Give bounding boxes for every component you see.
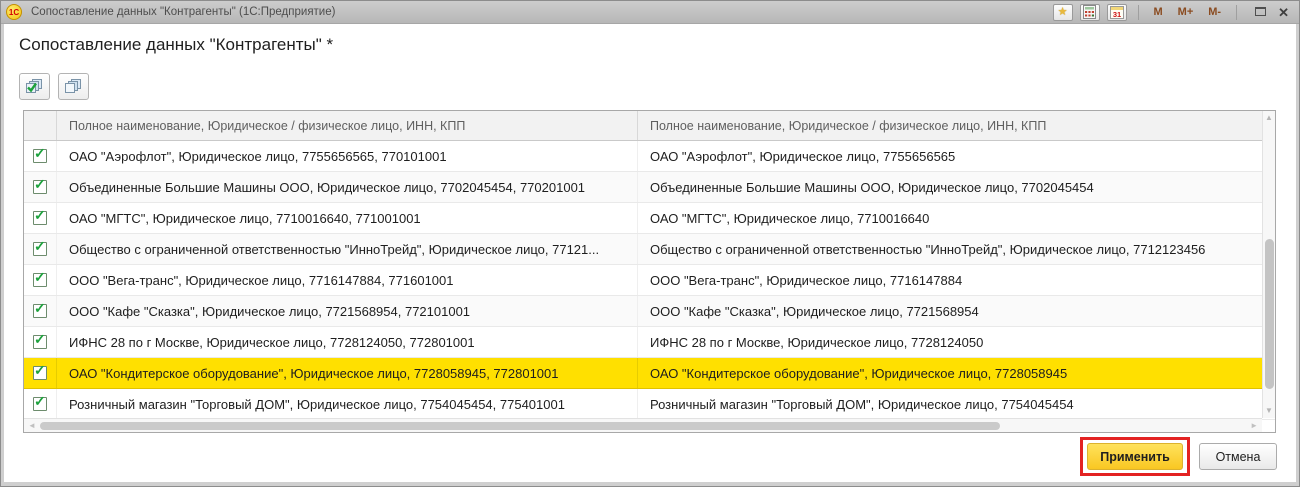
calendar-icon[interactable]: 31 [1107,4,1127,21]
titlebar-separator [1236,5,1237,20]
toolbar [19,73,89,100]
page-title: Сопоставление данных "Контрагенты" * [19,35,333,55]
row-checkbox-cell: ✓ [24,141,57,171]
apply-highlight-annotation: Применить [1080,437,1190,476]
favorites-star-icon[interactable]: ★ [1053,4,1073,21]
row-source-text[interactable]: ОАО "МГТС", Юридическое лицо, 7710016640… [57,203,638,233]
checkmark-icon: ✓ [34,394,46,408]
row-source-text[interactable]: Объединенные Большие Машины ООО, Юридиче… [57,172,638,202]
window-title: Сопоставление данных "Контрагенты" (1С:П… [31,6,1053,18]
checkmark-icon: ✓ [34,270,46,284]
row-target-text[interactable]: ОАО "Кондитерское оборудование", Юридиче… [638,358,1275,388]
row-checkbox[interactable]: ✓ [33,273,47,287]
checkmark-icon: ✓ [34,332,46,346]
row-target-text[interactable]: Общество с ограниченной ответственностью… [638,234,1275,264]
table-row[interactable]: ✓ ООО "Кафе "Сказка", Юридическое лицо, … [24,296,1275,327]
row-source-text[interactable]: ОАО "Кондитерское оборудование", Юридиче… [57,358,638,388]
memory-m-button[interactable]: M [1150,6,1167,18]
table-row[interactable]: ✓ Объединенные Большие Машины ООО, Юриди… [24,172,1275,203]
calculator-icon[interactable] [1080,4,1100,21]
app-window: 1С Сопоставление данных "Контрагенты" (1… [0,0,1300,487]
row-checkbox[interactable]: ✓ [33,397,47,411]
table-row[interactable]: ✓ ООО "Вега-транс", Юридическое лицо, 77… [24,265,1275,296]
dialog-body: Сопоставление данных "Контрагенты" * [1,24,1299,486]
horizontal-scrollbar[interactable]: ◄ ► [24,418,1262,432]
row-target-text[interactable]: Розничный магазин "Торговый ДОМ", Юридич… [638,389,1275,419]
row-checkbox-cell: ✓ [24,203,57,233]
uncheck-all-icon [64,78,83,95]
row-source-text[interactable]: ООО "Кафе "Сказка", Юридическое лицо, 77… [57,296,638,326]
row-checkbox-cell: ✓ [24,265,57,295]
row-source-text[interactable]: ИФНС 28 по г Москве, Юридическое лицо, 7… [57,327,638,357]
titlebar-separator [1138,5,1139,20]
row-checkbox[interactable]: ✓ [33,366,47,380]
table-row[interactable]: ✓ Общество с ограниченной ответственност… [24,234,1275,265]
table-row[interactable]: ✓ ОАО "Кондитерское оборудование", Юриди… [24,358,1275,389]
titlebar: 1С Сопоставление данных "Контрагенты" (1… [1,1,1299,24]
header-checkbox-column[interactable] [24,111,57,140]
footer-buttons: Применить Отмена [1080,437,1277,476]
check-all-icon [25,78,44,95]
row-checkbox[interactable]: ✓ [33,149,47,163]
vertical-scroll-thumb[interactable] [1265,239,1274,389]
row-target-text[interactable]: ООО "Кафе "Сказка", Юридическое лицо, 77… [638,296,1275,326]
row-checkbox-cell: ✓ [24,296,57,326]
row-source-text[interactable]: ООО "Вега-транс", Юридическое лицо, 7716… [57,265,638,295]
row-checkbox-cell: ✓ [24,327,57,357]
maximize-icon[interactable] [1255,3,1266,21]
svg-text:31: 31 [1112,10,1120,19]
mapping-table: Полное наименование, Юридическое / физич… [23,110,1276,433]
1c-logo-icon: 1С [6,4,22,20]
check-all-button[interactable] [19,73,50,100]
table-row[interactable]: ✓ ИФНС 28 по г Москве, Юридическое лицо,… [24,327,1275,358]
row-target-text[interactable]: ООО "Вега-транс", Юридическое лицо, 7716… [638,265,1275,295]
row-checkbox[interactable]: ✓ [33,335,47,349]
cancel-button[interactable]: Отмена [1199,443,1277,470]
checkmark-icon: ✓ [34,301,46,315]
memory-m-minus-button[interactable]: M- [1204,6,1225,18]
checkmark-icon: ✓ [34,177,46,191]
row-source-text[interactable]: Розничный магазин "Торговый ДОМ", Юридич… [57,389,638,419]
header-source-column[interactable]: Полное наименование, Юридическое / физич… [57,111,638,140]
row-checkbox-cell: ✓ [24,389,57,419]
table-row[interactable]: ✓ ОАО "МГТС", Юридическое лицо, 77100166… [24,203,1275,234]
row-checkbox[interactable]: ✓ [33,242,47,256]
row-target-text[interactable]: ОАО "МГТС", Юридическое лицо, 7710016640 [638,203,1275,233]
row-checkbox-cell: ✓ [24,172,57,202]
row-target-text[interactable]: ОАО "Аэрофлот", Юридическое лицо, 775565… [638,141,1275,171]
row-checkbox[interactable]: ✓ [33,180,47,194]
checkmark-icon: ✓ [34,363,46,377]
row-checkbox-cell: ✓ [24,358,57,388]
scroll-left-icon[interactable]: ◄ [28,419,36,432]
scroll-down-icon[interactable]: ▼ [1263,406,1275,416]
vertical-scrollbar[interactable]: ▲ ▼ [1262,111,1275,418]
row-target-text[interactable]: Объединенные Большие Машины ООО, Юридиче… [638,172,1275,202]
table-row[interactable]: ✓ Розничный магазин "Торговый ДОМ", Юрид… [24,389,1275,420]
memory-m-plus-button[interactable]: M+ [1174,6,1198,18]
row-target-text[interactable]: ИФНС 28 по г Москве, Юридическое лицо, 7… [638,327,1275,357]
row-checkbox-cell: ✓ [24,234,57,264]
table-header-row: Полное наименование, Юридическое / физич… [24,111,1275,141]
row-source-text[interactable]: ОАО "Аэрофлот", Юридическое лицо, 775565… [57,141,638,171]
scroll-up-icon[interactable]: ▲ [1263,113,1275,123]
close-icon[interactable]: ✕ [1278,6,1289,19]
checkmark-icon: ✓ [34,146,46,160]
checkmark-icon: ✓ [34,208,46,222]
checkmark-icon: ✓ [34,239,46,253]
apply-button[interactable]: Применить [1087,443,1183,470]
table-body: ✓ ОАО "Аэрофлот", Юридическое лицо, 7755… [24,141,1275,420]
horizontal-scroll-thumb[interactable] [40,422,1000,430]
header-target-column[interactable]: Полное наименование, Юридическое / физич… [638,111,1275,140]
uncheck-all-button[interactable] [58,73,89,100]
row-checkbox[interactable]: ✓ [33,304,47,318]
scroll-right-icon[interactable]: ► [1250,419,1258,432]
row-source-text[interactable]: Общество с ограниченной ответственностью… [57,234,638,264]
table-row[interactable]: ✓ ОАО "Аэрофлот", Юридическое лицо, 7755… [24,141,1275,172]
row-checkbox[interactable]: ✓ [33,211,47,225]
